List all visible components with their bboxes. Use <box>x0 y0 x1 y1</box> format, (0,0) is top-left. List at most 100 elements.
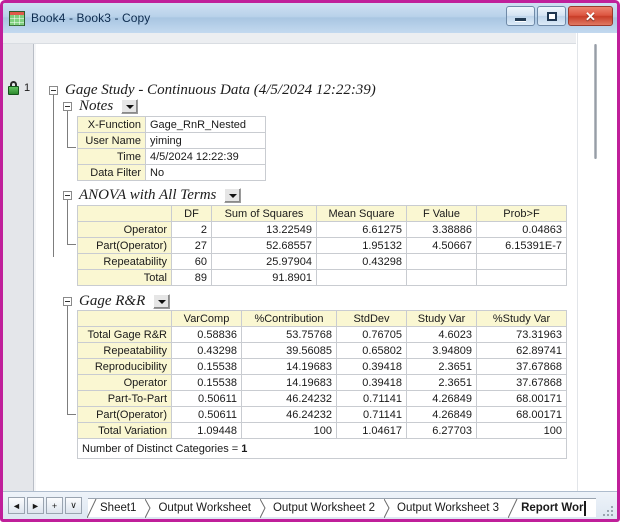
anova-ms <box>316 269 407 286</box>
minimize-button[interactable] <box>506 6 535 26</box>
gagernr-row-label: Part-To-Part <box>77 390 172 407</box>
table-row[interactable]: Repeatability 0.43298 39.56085 0.65802 3… <box>77 342 567 359</box>
table-footnote-row: Number of Distinct Categories = 1 <box>77 438 567 459</box>
notes-value: 4/5/2024 12:22:39 <box>145 148 266 165</box>
top-strip <box>3 33 576 44</box>
close-button[interactable]: ✕ <box>568 6 613 26</box>
workbook-icon <box>9 10 25 26</box>
anova-p <box>476 253 567 270</box>
notes-dropdown-button[interactable] <box>121 99 139 114</box>
table-row[interactable]: Time 4/5/2024 12:22:39 <box>77 148 266 165</box>
sheet-tab-output-worksheet-2[interactable]: Output Worksheet 2 <box>259 497 385 518</box>
tab-separator-icon <box>507 498 518 518</box>
anova-row-label: Repeatability <box>77 253 172 270</box>
sheet-tab-output-worksheet-3[interactable]: Output Worksheet 3 <box>383 497 510 518</box>
notes-value: Gage_RnR_Nested <box>145 116 266 133</box>
notes-label: Time <box>77 148 146 165</box>
table-row[interactable]: Part(Operator) 0.50611 46.24232 0.71141 … <box>77 406 567 423</box>
table-row[interactable]: Operator 0.15538 14.19683 0.39418 2.3651… <box>77 374 567 391</box>
gagernr-header-row: VarComp %Contribution StdDev Study Var %… <box>77 310 567 327</box>
table-row[interactable]: Total Variation 1.09448 100 1.04617 6.27… <box>77 422 567 439</box>
tab-separator-icon <box>145 498 155 518</box>
row-header[interactable]: 1 <box>7 81 30 95</box>
add-sheet-button[interactable]: + <box>46 497 63 514</box>
gagernr-studyvar: 3.94809 <box>406 342 477 359</box>
table-row[interactable]: User Name yiming <box>77 132 266 149</box>
tree-line-report <box>53 95 54 257</box>
tree-line-gagernr <box>67 306 76 415</box>
sheet-nav-buttons: ◄ ► + ∨ <box>8 497 84 514</box>
gagernr-row-label: Reproducibility <box>77 358 172 375</box>
gagernr-varcomp: 0.43298 <box>171 342 242 359</box>
anova-ms: 1.95132 <box>316 237 407 254</box>
next-sheet-button[interactable]: ► <box>27 497 44 514</box>
table-row[interactable]: Reproducibility 0.15538 14.19683 0.39418… <box>77 358 567 375</box>
table-row[interactable]: Total Gage R&R 0.58836 53.75768 0.76705 … <box>77 326 567 343</box>
table-row[interactable]: Total 89 91.8901 <box>77 269 567 286</box>
collapse-anova-button[interactable] <box>63 191 72 200</box>
maximize-icon <box>546 11 557 21</box>
page-title: Gage Study - Continuous Data (4/5/2024 1… <box>65 82 376 98</box>
collapse-report-button[interactable] <box>49 86 58 95</box>
anova-row-label: Part(Operator) <box>77 237 172 254</box>
gagernr-pstudyvar: 62.89741 <box>476 342 567 359</box>
table-row[interactable]: Part-To-Part 0.50611 46.24232 0.71141 4.… <box>77 390 567 407</box>
lock-icon[interactable] <box>7 81 20 95</box>
resize-grip[interactable] <box>601 504 613 516</box>
table-row[interactable]: Repeatability 60 25.97904 0.43298 <box>77 253 567 270</box>
gagernr-row-label: Total Variation <box>77 422 172 439</box>
notes-label: X-Function <box>77 116 146 133</box>
prev-sheet-button[interactable]: ◄ <box>8 497 25 514</box>
anova-f: 4.50667 <box>406 237 477 254</box>
right-pane <box>577 33 617 491</box>
distinct-categories-label: Number of Distinct Categories = <box>82 442 242 455</box>
tab-separator-icon <box>86 498 97 518</box>
sheet-tab-report-worksheet[interactable]: Report Wor <box>507 497 597 518</box>
anova-col-0 <box>77 205 172 222</box>
anova-df: 89 <box>171 269 212 286</box>
notes-title: Notes <box>79 98 114 114</box>
collapse-gagernr-button[interactable] <box>63 297 72 306</box>
sheet-tab-output-worksheet[interactable]: Output Worksheet <box>145 497 261 518</box>
sheet-tab-sheet1[interactable]: Sheet1 <box>86 497 147 518</box>
anova-col-4: F Value <box>406 205 477 222</box>
collapse-notes-button[interactable] <box>63 102 72 111</box>
sheet-list-button[interactable]: ∨ <box>65 497 82 514</box>
gagernr-row-label: Part(Operator) <box>77 406 172 423</box>
gagernr-dropdown-button[interactable] <box>153 294 171 309</box>
anova-df: 2 <box>171 221 212 238</box>
gagernr-stddev: 0.71141 <box>336 406 407 423</box>
notes-value: yiming <box>145 132 266 149</box>
title-bar[interactable]: Book4 - Book3 - Copy ✕ <box>3 3 617 33</box>
gagernr-varcomp: 1.09448 <box>171 422 242 439</box>
table-row[interactable]: Operator 2 13.22549 6.61275 3.38886 0.04… <box>77 221 567 238</box>
window-controls: ✕ <box>506 6 613 26</box>
gagernr-col-0 <box>77 310 172 327</box>
gagernr-varcomp: 0.15538 <box>171 358 242 375</box>
gagernr-varcomp: 0.50611 <box>171 406 242 423</box>
window-title: Book4 - Book3 - Copy <box>31 11 151 25</box>
chevron-down-icon <box>125 104 134 109</box>
tab-separator-icon <box>259 498 270 518</box>
gagernr-contrib: 14.19683 <box>241 374 337 391</box>
gagernr-studyvar: 2.3651 <box>406 374 477 391</box>
sheet-tab-label: Sheet1 <box>100 502 137 514</box>
gagernr-grid: VarComp %Contribution StdDev Study Var %… <box>77 310 567 459</box>
anova-ms: 6.61275 <box>316 221 407 238</box>
table-header-row: VarComp %Contribution StdDev Study Var %… <box>77 310 567 327</box>
table-row[interactable]: X-Function Gage_RnR_Nested <box>77 116 266 133</box>
notes-grid: X-Function Gage_RnR_Nested User Name yim… <box>77 116 266 181</box>
left-gutter <box>3 44 34 491</box>
anova-ss: 13.22549 <box>211 221 317 238</box>
gagernr-pstudyvar: 37.67868 <box>476 358 567 375</box>
maximize-button[interactable] <box>537 6 566 26</box>
anova-ss: 25.97904 <box>211 253 317 270</box>
gagernr-studyvar: 4.6023 <box>406 326 477 343</box>
table-row[interactable]: Data Filter No <box>77 164 266 181</box>
vertical-divider[interactable] <box>594 44 597 159</box>
anova-df: 27 <box>171 237 212 254</box>
anova-dropdown-button[interactable] <box>224 188 242 203</box>
table-row[interactable]: Part(Operator) 27 52.68557 1.95132 4.506… <box>77 237 567 254</box>
anova-table: DF Sum of Squares Mean Square F Value Pr… <box>77 205 567 286</box>
tab-separator-icon <box>383 498 394 518</box>
